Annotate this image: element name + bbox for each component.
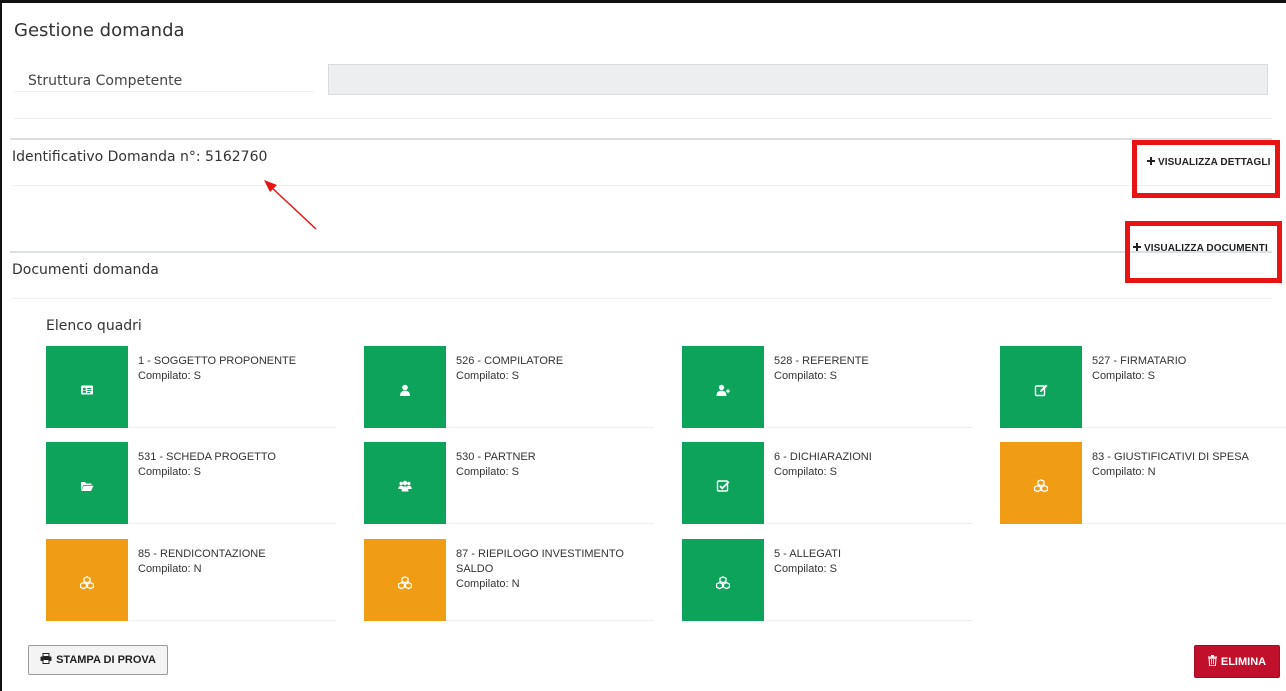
- quadro-tile[interactable]: 527 - FIRMATARIO Compilato: S: [1000, 346, 1286, 428]
- quadro-tile[interactable]: 87 - RIEPILOGO INVESTIMENTO SALDO Compil…: [364, 539, 654, 621]
- tile-underline: [128, 427, 336, 428]
- quadro-name: 87 - RIEPILOGO INVESTIMENTO SALDO: [456, 548, 624, 575]
- cubes-icon: [80, 576, 94, 590]
- quadro-tile-icon: [46, 346, 128, 428]
- elenco-quadri-title: Elenco quadri: [46, 318, 142, 334]
- tile-underline: [1082, 523, 1286, 524]
- documenti-domanda-label: Documenti domanda: [12, 262, 159, 278]
- quadro-tile-icon: [1000, 346, 1082, 428]
- quadro-status: Compilato: S: [138, 370, 201, 382]
- identificativo-domanda-label: Identificativo Domanda n°: 5162760: [12, 149, 268, 165]
- page-title: Gestione domanda: [14, 20, 185, 41]
- cubes-icon: [716, 576, 730, 590]
- quadro-tile[interactable]: 5 - ALLEGATI Compilato: S: [682, 539, 972, 621]
- quadro-tile-icon: [682, 442, 764, 524]
- tile-underline: [128, 523, 336, 524]
- quadro-tile[interactable]: 531 - SCHEDA PROGETTO Compilato: S: [46, 442, 336, 524]
- frame-border-top: [0, 0, 1286, 3]
- quadro-tile-icon: [682, 539, 764, 621]
- user-plus-icon: [716, 384, 730, 396]
- quadro-tile[interactable]: 6 - DICHIARAZIONI Compilato: S: [682, 442, 972, 524]
- tile-underline: [764, 620, 972, 621]
- divider: [14, 118, 1272, 119]
- quadro-name: 85 - RENDICONTAZIONE: [138, 548, 266, 560]
- check-square-icon: [716, 480, 730, 492]
- quadro-status: Compilato: S: [456, 370, 519, 382]
- stampa-di-prova-button[interactable]: STAMPA DI PROVA: [28, 645, 168, 675]
- quadro-name: 527 - FIRMATARIO: [1092, 355, 1187, 367]
- section-underline: [12, 298, 1272, 299]
- quadro-name: 531 - SCHEDA PROGETTO: [138, 451, 276, 463]
- struttura-competente-field[interactable]: [328, 64, 1268, 95]
- quadro-tile-icon: [364, 539, 446, 621]
- page-frame: Gestione domanda Struttura Competente Id…: [0, 0, 1286, 691]
- tile-underline: [446, 427, 654, 428]
- quadro-status: Compilato: S: [774, 466, 837, 478]
- user-icon: [400, 384, 410, 396]
- users-icon: [398, 480, 412, 492]
- quadro-tile[interactable]: 85 - RENDICONTAZIONE Compilato: N: [46, 539, 336, 621]
- quadro-status: Compilato: N: [138, 563, 202, 575]
- tile-underline: [128, 620, 336, 621]
- tile-underline: [764, 523, 972, 524]
- quadro-tile[interactable]: 1 - SOGGETTO PROPONENTE Compilato: S: [46, 346, 336, 428]
- struttura-label: Struttura Competente: [28, 73, 183, 89]
- quadro-tile-icon: [1000, 442, 1082, 524]
- quadro-tile-icon: [364, 346, 446, 428]
- frame-border-left: [0, 0, 2, 691]
- quadro-tile-icon: [364, 442, 446, 524]
- quadro-status: Compilato: S: [138, 466, 201, 478]
- section-underline: [12, 185, 1272, 186]
- quadro-name: 530 - PARTNER: [456, 451, 536, 463]
- id-card-icon: [81, 385, 93, 395]
- quadro-name: 6 - DICHIARAZIONI: [774, 451, 872, 463]
- trash-icon: [1207, 654, 1217, 669]
- section-separator: [10, 138, 1272, 140]
- elimina-label: ELIMINA: [1220, 655, 1267, 668]
- quadro-tile-icon: [46, 539, 128, 621]
- quadro-tile[interactable]: 526 - COMPILATORE Compilato: S: [364, 346, 654, 428]
- tile-underline: [446, 620, 654, 621]
- tile-underline: [1082, 427, 1286, 428]
- quadro-tile-icon: [46, 442, 128, 524]
- quadro-status: Compilato: S: [456, 466, 519, 478]
- edit-icon: [1034, 384, 1048, 397]
- quadro-tile-icon: [682, 346, 764, 428]
- quadro-tile[interactable]: 530 - PARTNER Compilato: S: [364, 442, 654, 524]
- quadro-status: Compilato: S: [774, 563, 837, 575]
- elimina-button[interactable]: ELIMINA: [1194, 645, 1280, 678]
- folder-open-icon: [81, 482, 94, 491]
- quadro-status: Compilato: S: [1092, 370, 1155, 382]
- quadro-status: Compilato: N: [456, 578, 520, 590]
- quadro-status: Compilato: N: [1092, 466, 1156, 478]
- quadro-name: 83 - GIUSTIFICATIVI DI SPESA: [1092, 451, 1249, 463]
- stampa-di-prova-label: STAMPA DI PROVA: [56, 654, 156, 666]
- print-icon: [40, 653, 52, 667]
- section-separator: [10, 251, 1272, 253]
- quadro-name: 528 - REFERENTE: [774, 355, 869, 367]
- struttura-label-underline: [14, 91, 314, 92]
- tile-underline: [446, 523, 654, 524]
- cubes-icon: [1034, 479, 1048, 493]
- highlight-box: [1125, 221, 1282, 283]
- cubes-icon: [398, 576, 412, 590]
- quadro-name: 5 - ALLEGATI: [774, 548, 842, 560]
- quadro-tile[interactable]: 83 - GIUSTIFICATIVI DI SPESA Compilato: …: [1000, 442, 1286, 524]
- quadro-tile[interactable]: 528 - REFERENTE Compilato: S: [682, 346, 972, 428]
- quadro-name: 526 - COMPILATORE: [456, 355, 564, 367]
- tile-underline: [764, 427, 972, 428]
- quadro-name: 1 - SOGGETTO PROPONENTE: [138, 355, 297, 367]
- quadro-status: Compilato: S: [774, 370, 837, 382]
- highlight-box: [1132, 140, 1280, 198]
